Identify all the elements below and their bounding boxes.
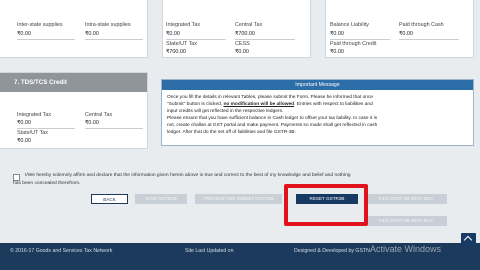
tds-tcs-title: 7. TDS/TCS Credit — [14, 79, 67, 86]
file-evc-button[interactable]: FILE GSTR-3B WITH EVC — [365, 216, 447, 226]
important-message-panel: Important Message Once you fill the deta… — [161, 79, 474, 146]
balance-liability-value: ₹0.00 — [330, 31, 344, 37]
important-message-title: Important Message — [295, 82, 340, 88]
paid-cash-label: Paid through Cash — [399, 22, 444, 28]
message-line-3: input credits will get reflected in the … — [167, 109, 284, 114]
message-line-1: Once you fill the details in relevant Ta… — [167, 95, 374, 100]
tds-central-value: ₹0.00 — [85, 120, 99, 126]
declaration-line-1: I/We hereby solemnly affirm and declare … — [25, 173, 351, 178]
file-dsc-button[interactable]: FILE GSTR-3B WITH DSC — [365, 194, 447, 204]
paid-credit-value: ₹0.00 — [330, 49, 344, 55]
activate-windows-watermark: Activate Windows — [370, 244, 442, 254]
paid-credit-label: Paid through Credit — [330, 41, 377, 47]
important-message-body: Once you fill the details in relevant Ta… — [167, 94, 469, 136]
highlight-box — [284, 184, 368, 226]
inter-state-label: Inter-state supplies — [17, 22, 63, 28]
tds-integrated-value: ₹0.00 — [17, 120, 31, 126]
footer-site-updated: Site Last Updated on — [185, 248, 234, 254]
supplies-card: Inter-state supplies Intra-state supplie… — [0, 0, 148, 58]
footer-copyright: © 2016-17 Goods and Services Tax Network — [10, 248, 113, 254]
central-tax-label: Central Tax — [235, 22, 263, 28]
tds-integrated-label: Integrated Tax — [17, 112, 52, 118]
liability-card: Balance Liability Paid through Cash ₹0.0… — [325, 0, 474, 58]
tds-tcs-card[interactable]: 7. TDS/TCS Credit Integrated Tax Central… — [0, 72, 148, 149]
intra-state-label: Intra-state supplies — [85, 22, 131, 28]
declaration-text: I/We hereby solemnly affirm and declare … — [25, 172, 473, 180]
preview-submit-button[interactable]: PREVIEW AND SUBMIT GSTR3B — [195, 194, 282, 204]
central-tax-value: ₹700.00 — [235, 31, 255, 37]
paid-cash-value: ₹0.00 — [399, 31, 413, 37]
scroll-to-top-button[interactable] — [461, 233, 476, 246]
cess-label: CESS — [235, 41, 250, 47]
tax-card: Integrated Tax Central Tax ₹0.00 ₹700.00… — [162, 0, 311, 58]
no-modification-warning: no modification will be allowed — [223, 102, 295, 107]
message-line-2: "Submit" button is clicked, no modificat… — [167, 102, 373, 107]
integrated-tax-label: Integrated Tax — [166, 22, 201, 28]
message-line-5: not, create challan at GST portal and ma… — [167, 123, 378, 128]
inter-state-value: ₹0.00 — [17, 31, 31, 37]
tds-state-label: State/UT Tax — [17, 130, 48, 136]
declaration-line-2: has been concealed therefrom. — [13, 181, 81, 186]
save-gstr3b-button[interactable]: SAVE GSTR3B — [135, 194, 187, 204]
cess-value: ₹0.00 — [235, 49, 249, 55]
chevron-up-icon — [463, 235, 473, 245]
message-line-6: ledger. After that do the set off of lia… — [167, 130, 296, 135]
tds-central-label: Central Tax — [85, 112, 113, 118]
tds-state-value: ₹0.00 — [17, 138, 31, 144]
balance-liability-label: Balance Liability — [330, 22, 369, 28]
footer-designed-by: Designed & Developed by GSTN — [294, 248, 370, 254]
state-tax-value: ₹700.00 — [166, 49, 186, 55]
integrated-tax-value: ₹0.00 — [166, 31, 180, 37]
message-line-4: Please ensure that you have sufficient b… — [167, 116, 378, 121]
intra-state-value: ₹0.00 — [85, 31, 99, 37]
state-tax-label: State/UT Tax — [166, 41, 197, 47]
back-button[interactable]: BACK — [91, 194, 128, 204]
